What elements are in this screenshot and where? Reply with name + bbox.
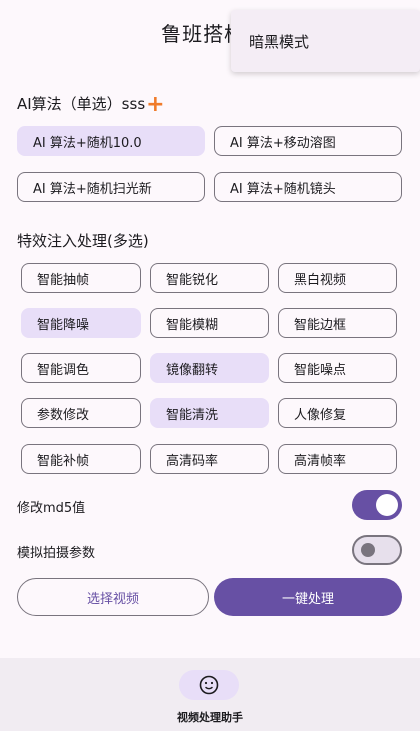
effect-chip-label: 智能锐化 — [166, 272, 219, 288]
effect-chip[interactable]: 智能模糊 — [150, 308, 269, 338]
effect-chip-label: 智能调色 — [37, 362, 90, 378]
algo-option-4[interactable]: AI 算法+随机镜头 — [214, 172, 402, 202]
effect-chip[interactable]: 智能抽帧 — [21, 263, 141, 293]
shoot-params-toggle-label: 模拟拍摄参数 — [17, 546, 96, 561]
md5-toggle-switch[interactable] — [352, 490, 402, 520]
effect-chip[interactable]: 智能降噪 — [21, 308, 141, 338]
select-video-button[interactable]: 选择视频 — [17, 578, 209, 616]
algo-section-label: AI算法（单选）sss+ — [17, 92, 165, 117]
effects-section-label: 特效注入处理(多选) — [17, 232, 149, 250]
smiley-icon — [199, 675, 219, 695]
effect-chip[interactable]: 高清码率 — [150, 444, 269, 474]
effect-chip-label: 智能清洗 — [166, 407, 219, 423]
nav-label: 视频处理助手 — [177, 711, 243, 724]
effect-chip-label: 智能噪点 — [294, 362, 347, 378]
effect-chip[interactable]: 智能清洗 — [150, 398, 269, 428]
effect-chip[interactable]: 参数修改 — [21, 398, 141, 428]
shoot-params-toggle-switch[interactable] — [352, 535, 402, 565]
overflow-menu: 暗黑模式 — [231, 10, 420, 72]
effect-chip[interactable]: 人像修复 — [278, 398, 397, 428]
effect-chip[interactable]: 高清帧率 — [278, 444, 397, 474]
algo-option-label: AI 算法+随机10.0 — [33, 135, 142, 151]
effect-chip-label: 镜像翻转 — [166, 362, 219, 378]
algo-option-3[interactable]: AI 算法+随机扫光新 — [17, 172, 205, 202]
effect-chip-label: 人像修复 — [294, 407, 347, 423]
effect-chip-label: 智能模糊 — [166, 317, 219, 333]
algo-option-2[interactable]: AI 算法+移动溶图 — [214, 126, 402, 156]
menu-item-dark-mode[interactable]: 暗黑模式 — [249, 31, 309, 52]
effect-chip[interactable]: 智能调色 — [21, 353, 141, 383]
effect-chip-label: 高清码率 — [166, 453, 219, 469]
effect-chip-label: 智能抽帧 — [37, 272, 90, 288]
switch-knob — [361, 543, 375, 557]
md5-toggle-label: 修改md5值 — [17, 501, 86, 516]
effect-chip[interactable]: 智能锐化 — [150, 263, 269, 293]
effect-chip-label: 智能边框 — [294, 317, 347, 333]
effect-chip[interactable]: 智能噪点 — [278, 353, 397, 383]
algo-option-label: AI 算法+随机镜头 — [230, 181, 336, 197]
effect-chip-label: 高清帧率 — [294, 453, 347, 469]
effect-chip-label: 参数修改 — [37, 407, 90, 423]
nav-item-video-assistant[interactable] — [179, 670, 239, 700]
effect-chip[interactable]: 镜像翻转 — [150, 353, 269, 383]
effect-chip[interactable]: 智能边框 — [278, 308, 397, 338]
effect-chip-label: 智能降噪 — [37, 317, 90, 333]
algo-option-label: AI 算法+移动溶图 — [230, 135, 336, 151]
plus-icon[interactable]: + — [146, 92, 164, 117]
bottom-navigation: 视频处理助手 — [0, 658, 420, 731]
process-button[interactable]: 一键处理 — [214, 578, 402, 616]
algo-option-label: AI 算法+随机扫光新 — [33, 181, 152, 197]
effect-chip-label: 黑白视频 — [294, 272, 347, 288]
effect-chip[interactable]: 黑白视频 — [278, 263, 397, 293]
effect-chip[interactable]: 智能补帧 — [21, 444, 141, 474]
algo-section-text: AI算法（单选）sss — [17, 95, 146, 113]
switch-knob — [376, 494, 398, 516]
effect-chip-label: 智能补帧 — [37, 453, 90, 469]
algo-option-1[interactable]: AI 算法+随机10.0 — [17, 126, 205, 156]
